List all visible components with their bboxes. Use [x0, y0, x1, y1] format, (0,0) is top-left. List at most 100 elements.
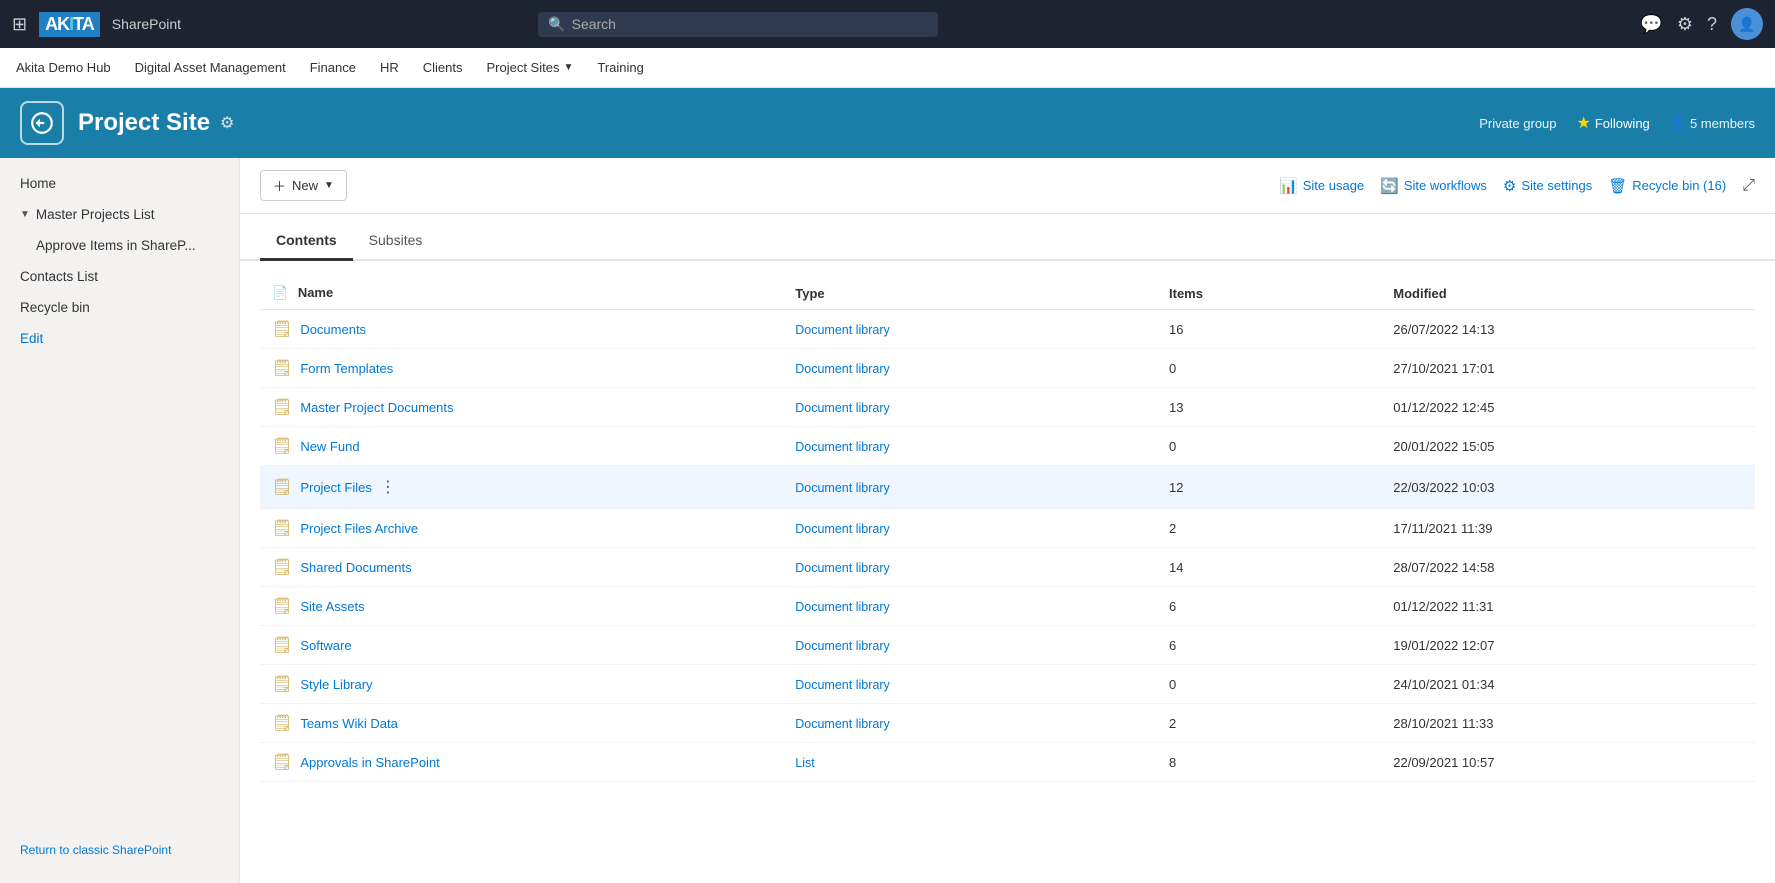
- type-link[interactable]: Document library: [795, 678, 889, 692]
- table-area: 📄 Name Type Items Modified 🗒 Documents D…: [240, 261, 1775, 883]
- app-name-label: SharePoint: [112, 16, 181, 32]
- nav-project-sites[interactable]: Project Sites ▼: [486, 60, 573, 75]
- members-label: 5 members: [1690, 116, 1755, 131]
- item-name-text[interactable]: Project Files: [300, 480, 372, 495]
- grid-menu-icon[interactable]: ⊞: [12, 14, 27, 35]
- items-count: 0: [1157, 349, 1381, 388]
- site-workflows-button[interactable]: 🔄 Site workflows: [1380, 177, 1487, 195]
- items-count: 2: [1157, 704, 1381, 743]
- item-name-cell: 🗒 Master Project Documents: [272, 397, 771, 417]
- site-usage-button[interactable]: 📊 Site usage: [1279, 177, 1364, 195]
- message-icon[interactable]: 💬: [1640, 14, 1662, 35]
- nav-finance[interactable]: Finance: [310, 60, 356, 75]
- site-gear-icon[interactable]: ⚙: [220, 113, 234, 133]
- modified-date: 17/11/2021 11:39: [1381, 509, 1755, 548]
- help-icon[interactable]: ?: [1707, 14, 1717, 35]
- search-input[interactable]: [572, 16, 929, 32]
- doc-icon: 🗒: [272, 319, 292, 339]
- item-name-text[interactable]: Project Files Archive: [300, 521, 418, 536]
- item-name-text[interactable]: Style Library: [300, 677, 372, 692]
- type-link[interactable]: Document library: [795, 717, 889, 731]
- doc-icon: 🗒: [272, 596, 292, 616]
- item-name-cell: 🗒 Teams Wiki Data: [272, 713, 771, 733]
- table-row: 🗒 Shared Documents Document library1428/…: [260, 548, 1755, 587]
- site-usage-label: Site usage: [1303, 178, 1364, 193]
- more-options-button[interactable]: ⋮: [376, 475, 400, 499]
- tab-subsites[interactable]: Subsites: [353, 222, 439, 261]
- items-count: 8: [1157, 743, 1381, 782]
- item-name-text[interactable]: Master Project Documents: [300, 400, 453, 415]
- sidebar-item-edit[interactable]: Edit: [0, 323, 239, 354]
- type-link[interactable]: Document library: [795, 440, 889, 454]
- table-row: 🗒 Project Files Archive Document library…: [260, 509, 1755, 548]
- type-link[interactable]: Document library: [795, 639, 889, 653]
- search-bar[interactable]: 🔍: [538, 12, 938, 37]
- type-link[interactable]: Document library: [795, 401, 889, 415]
- type-link[interactable]: Document library: [795, 522, 889, 536]
- return-classic-link[interactable]: Return to classic SharePoint: [20, 843, 171, 857]
- doc-icon: 🗒: [272, 358, 292, 378]
- site-settings-button[interactable]: ⚙ Site settings: [1503, 177, 1592, 195]
- item-name-text[interactable]: New Fund: [300, 439, 359, 454]
- avatar[interactable]: 👤: [1731, 8, 1763, 40]
- following-label: Following: [1595, 116, 1650, 131]
- nav-digital-asset[interactable]: Digital Asset Management: [135, 60, 286, 75]
- recycle-bin-button[interactable]: 🗑 Recycle bin (16): [1608, 177, 1726, 195]
- type-link[interactable]: Document library: [795, 561, 889, 575]
- tabs-row: Contents Subsites: [240, 222, 1775, 261]
- modified-date: 24/10/2021 01:34: [1381, 665, 1755, 704]
- site-icon-box: [20, 101, 64, 145]
- type-link[interactable]: Document library: [795, 323, 889, 337]
- col-header-modified: Modified: [1381, 277, 1755, 310]
- type-link[interactable]: List: [795, 756, 814, 770]
- members-button[interactable]: 👤 5 members: [1670, 115, 1755, 131]
- sidebar-master-projects-label: Master Projects List: [36, 207, 155, 222]
- doc-header-icon: 📄: [272, 285, 288, 300]
- modified-date: 26/07/2022 14:13: [1381, 310, 1755, 349]
- table-row: 🗒 New Fund Document library020/01/2022 1…: [260, 427, 1755, 466]
- nav-training[interactable]: Training: [597, 60, 643, 75]
- modified-date: 19/01/2022 12:07: [1381, 626, 1755, 665]
- item-name-text[interactable]: Approvals in SharePoint: [300, 755, 439, 770]
- type-link[interactable]: Document library: [795, 600, 889, 614]
- sidebar-item-contacts[interactable]: Contacts List: [0, 261, 239, 292]
- expand-icon[interactable]: ⤢: [1742, 177, 1755, 195]
- site-logo-icon: [29, 110, 55, 136]
- following-button[interactable]: ★ Following: [1577, 113, 1650, 133]
- type-link[interactable]: Document library: [795, 481, 889, 495]
- doc-icon: 🗒: [272, 397, 292, 417]
- nav-akita-demo-hub[interactable]: Akita Demo Hub: [16, 60, 111, 75]
- table-header-row: 📄 Name Type Items Modified: [260, 277, 1755, 310]
- sidebar-item-master-projects[interactable]: ▼ Master Projects List: [0, 199, 239, 230]
- modified-date: 22/09/2021 10:57: [1381, 743, 1755, 782]
- items-count: 0: [1157, 665, 1381, 704]
- nav-hr[interactable]: HR: [380, 60, 399, 75]
- trash-icon: 🗑: [1608, 177, 1627, 195]
- new-label: New: [292, 178, 318, 193]
- plus-icon: ＋: [273, 176, 286, 195]
- modified-date: 22/03/2022 10:03: [1381, 466, 1755, 509]
- modified-date: 01/12/2022 11:31: [1381, 587, 1755, 626]
- nav-clients[interactable]: Clients: [423, 60, 463, 75]
- item-name-text[interactable]: Software: [300, 638, 351, 653]
- sidebar: Home ▼ Master Projects List Approve Item…: [0, 158, 240, 883]
- settings-icon[interactable]: ⚙: [1677, 14, 1693, 35]
- sidebar-item-home[interactable]: Home: [0, 168, 239, 199]
- table-row: 🗒 Project Files ⋮ Document library1222/0…: [260, 466, 1755, 509]
- sidebar-item-recycle-bin[interactable]: Recycle bin: [0, 292, 239, 323]
- sidebar-item-approve[interactable]: Approve Items in ShareP...: [0, 230, 239, 261]
- item-name-text[interactable]: Documents: [300, 322, 366, 337]
- tab-contents[interactable]: Contents: [260, 222, 353, 261]
- item-name-cell: 🗒 Form Templates: [272, 358, 771, 378]
- items-count: 14: [1157, 548, 1381, 587]
- item-name-text[interactable]: Teams Wiki Data: [300, 716, 398, 731]
- doc-icon: 🗒: [272, 477, 292, 497]
- table-row: 🗒 Teams Wiki Data Document library228/10…: [260, 704, 1755, 743]
- toolbar-right-actions: 📊 Site usage 🔄 Site workflows ⚙ Site set…: [1279, 177, 1755, 195]
- item-name-text[interactable]: Form Templates: [300, 361, 393, 376]
- table-body: 🗒 Documents Document library1626/07/2022…: [260, 310, 1755, 782]
- item-name-text[interactable]: Site Assets: [300, 599, 364, 614]
- type-link[interactable]: Document library: [795, 362, 889, 376]
- new-button[interactable]: ＋ New ▼: [260, 170, 347, 201]
- item-name-text[interactable]: Shared Documents: [300, 560, 411, 575]
